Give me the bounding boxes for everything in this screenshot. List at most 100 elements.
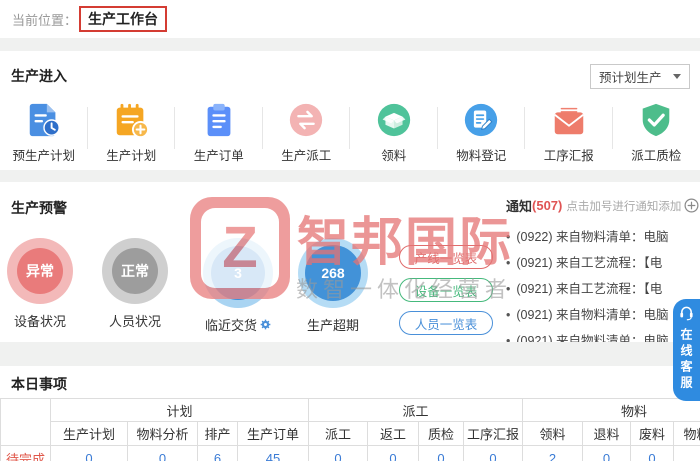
table-col-header: 返工 [367,421,420,446]
divider-band [0,38,700,51]
table-value-cell[interactable]: 6 [197,445,238,461]
status-circle-value[interactable]: 异常 [17,248,63,294]
table-group-header: 物料 [522,398,700,422]
gear-icon[interactable] [260,319,271,330]
notification-item-3[interactable]: • (0921) 来自工艺流程：【电 [506,276,672,302]
table-value-cell[interactable]: 0 [308,445,369,461]
status-circle-label: 临近交货 [205,315,271,334]
notification-header: 通知 (507) 点击加号进行通知添加 [506,196,699,215]
divider-band [0,170,700,182]
table-col-header: 工序汇报 [463,421,524,446]
table-col-header: 废料 [630,421,675,446]
plus-circle-icon[interactable] [684,198,699,213]
entry-item-7[interactable]: 工序汇报 [525,101,613,164]
pre-plan-dropdown-value: 预计划生产 [599,71,662,85]
entry-item-label: 领料 [381,149,407,163]
entry-item-2[interactable]: 生产计划 [88,101,176,164]
table-column-row: 生产计划物料分析排产生产订单派工返工质检工序汇报领料退料废料物料登记 [1,421,700,446]
status-circle-2: 正常 人员状况 [87,238,183,330]
status-circle-4: 268 生产超期 [285,238,381,334]
transfer-arrows-icon [287,101,325,139]
table-corner-cell [0,398,51,446]
envelope-icon [550,101,588,139]
notification-item-text: (0921) 来自工艺流程：【电 [516,282,663,296]
entry-item-label: 物料登记 [456,149,507,163]
notification-item-2[interactable]: • (0921) 来自工艺流程：【电 [506,250,672,276]
breadcrumb: 当前位置： 生产工作台 [0,0,700,38]
open-box-icon [375,101,413,139]
table-col-header: 质检 [418,421,465,446]
today-section-title: 本日事项 [11,376,67,392]
table-value-cell[interactable]: 0 [463,445,524,461]
entry-item-label: 生产订单 [193,149,244,163]
table-value-cell[interactable]: 0 [630,445,675,461]
table-group-header: 派工 [308,398,524,422]
bullet-icon: • [506,282,511,296]
notification-panel: 通知 (507) 点击加号进行通知添加 • (0922) 来自物料清单：电脑 • (0… [506,196,699,354]
table-value-row: 待完成0064500002000 [0,445,700,461]
status-circle-label: 设备状况 [14,311,66,330]
status-circle-label-text: 生产超期 [306,318,359,333]
shield-check-icon [637,101,675,139]
breadcrumb-current-page: 生产工作台 [79,6,168,32]
status-circle-outer: 异常 [7,238,73,304]
table-group-header: 计划 [49,398,310,422]
entry-item-label: 生产派工 [281,149,332,163]
table-value-cell[interactable]: 45 [236,445,310,461]
table-value-cell[interactable]: 0 [673,445,700,461]
entry-item-3[interactable]: 生产订单 [175,101,263,164]
online-service-label: 在线客服 [679,328,693,392]
warning-section-title: 生产预警 [11,200,67,216]
table-value-cell[interactable]: 0 [50,445,128,461]
entry-item-5[interactable]: 领料 [350,101,438,164]
entry-item-label: 预生产计划 [12,149,75,163]
notification-item-4[interactable]: • (0921) 来自物料清单：电脑 [506,302,672,328]
status-circle-value[interactable]: 正常 [112,248,158,294]
status-circle-3: 3 临近交货 [190,238,286,334]
chevron-down-icon [673,74,681,79]
status-circle-outer: 268 [298,238,368,308]
status-circle-value[interactable]: 3 [211,246,265,300]
table-value-cell[interactable]: 0 [582,445,632,461]
doc-pen-icon [462,101,500,139]
online-service-tab[interactable]: 在线客服 [673,299,700,401]
table-value-cell[interactable]: 0 [127,445,198,461]
production-entry-section: 生产进入 预计划生产 预生产计划 生产计划 生产订单 生产派工 领料 物料登记 工序汇报 派工… [0,51,700,170]
table-value-cell[interactable]: 0 [367,445,420,461]
headset-icon [678,304,695,326]
overview-button-2[interactable]: 设备一览表 [399,278,493,302]
notification-item-text: (0921) 来自物料清单：电脑 [516,308,669,322]
status-circle-value[interactable]: 268 [305,245,361,301]
notification-item-1[interactable]: • (0922) 来自物料清单：电脑 [506,224,672,250]
overview-button-1[interactable]: 产线一览表 [399,245,493,269]
table-col-header: 派工 [308,421,369,446]
overview-button-3[interactable]: 人员一览表 [399,311,493,335]
table-col-header: 生产订单 [236,421,310,446]
entry-icon-row: 预生产计划 生产计划 生产订单 生产派工 领料 物料登记 工序汇报 派工质检 [0,101,700,164]
notification-hint: 点击加号进行通知添加 [566,200,682,213]
pre-plan-dropdown[interactable]: 预计划生产 [590,64,690,89]
entry-item-6[interactable]: 物料登记 [438,101,526,164]
doc-clock-icon [25,101,63,139]
entry-item-4[interactable]: 生产派工 [263,101,351,164]
breadcrumb-label: 当前位置： [12,12,78,28]
entry-item-8[interactable]: 派工质检 [613,101,700,164]
today-items-section: 本日事项 计划 派工 物料 生产计划 物料分析 排产 生产订单 派工 返工 质检 工序汇报 领料 退料废… [0,366,700,461]
table-col-header: 物料分析 [127,421,198,446]
table-value-cell[interactable]: 2 [522,445,584,461]
divider-band [0,342,700,366]
status-circle-label-text: 临近交货 [204,318,257,333]
status-circle-label-text: 设备状况 [13,314,66,329]
notification-title: 通知 [506,199,533,214]
status-circle-label: 人员状况 [109,311,161,330]
table-col-header: 排产 [197,421,238,446]
bullet-icon: • [506,308,511,322]
notification-count-badge: (507) [532,198,563,213]
bullet-icon: • [506,256,511,270]
entry-item-1[interactable]: 预生产计划 [0,101,88,164]
status-circle-label: 生产超期 [307,315,359,334]
entry-item-label: 生产计划 [106,149,157,163]
production-workbench-screen: 当前位置： 生产工作台 生产进入 预计划生产 预生产计划 生产计划 生产订单 生产派工… [0,0,700,461]
table-value-cell[interactable]: 0 [418,445,465,461]
table-col-header: 物料登记 [673,421,700,446]
